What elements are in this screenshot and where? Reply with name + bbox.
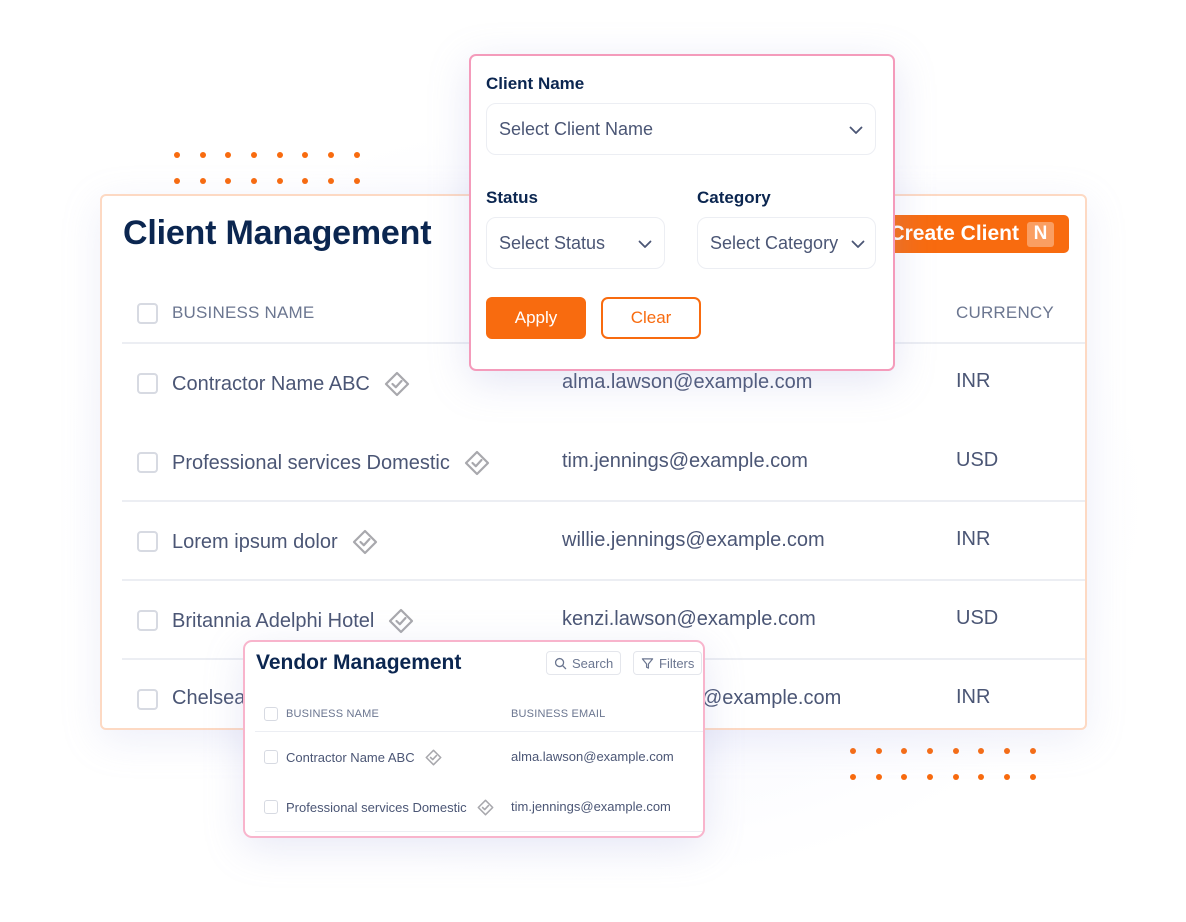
- business-name: Britannia Adelphi Hotel: [172, 609, 375, 632]
- status-placeholder: Select Status: [499, 232, 606, 253]
- email-cell: kenzi.lawson@example.com: [562, 608, 816, 630]
- category-select[interactable]: Select Category: [697, 217, 876, 269]
- vendor-table-header: BUSINESS NAME BUSINESS EMAIL: [255, 694, 703, 732]
- status-select[interactable]: Select Status: [486, 217, 665, 269]
- business-name: Professional services Domestic: [172, 451, 450, 474]
- business-name-cell: Professional services Domestic: [172, 450, 490, 476]
- chevron-down-icon: [849, 126, 863, 134]
- row-checkbox[interactable]: [137, 610, 158, 631]
- business-name-cell: Britannia Adelphi Hotel: [172, 608, 414, 634]
- business-name: Contractor Name ABC: [286, 750, 415, 765]
- table-row[interactable]: Lorem ipsum dolor willie.jennings@exampl…: [122, 502, 1085, 581]
- business-name-cell: Professional services Domestic: [286, 799, 494, 816]
- vendor-title: Vendor Management: [256, 651, 462, 674]
- email-cell: alma.lawson@example.com: [511, 749, 674, 764]
- vendor-management-card: Vendor Management Search Filters BUSINES…: [243, 640, 705, 838]
- filter-icon: [641, 657, 654, 669]
- currency-cell: INR: [956, 528, 991, 550]
- business-name: Chelsea: [172, 687, 246, 709]
- business-name-cell: Chelsea: [172, 687, 245, 710]
- client-name-placeholder: Select Client Name: [499, 118, 654, 139]
- email-cell: tim.jennings@example.com: [562, 450, 808, 472]
- chevron-down-icon: [638, 240, 652, 248]
- category-label: Category: [697, 188, 771, 207]
- clear-button[interactable]: Clear: [601, 297, 701, 339]
- verified-badge-icon: [352, 529, 378, 555]
- page-title: Client Management: [123, 214, 432, 252]
- shortcut-badge: N: [1027, 221, 1054, 247]
- create-client-label: Create Client: [889, 222, 1019, 245]
- status-label: Status: [486, 188, 538, 207]
- email-cell: @example.com: [702, 687, 842, 709]
- business-name: Professional services Domestic: [286, 800, 467, 815]
- row-checkbox[interactable]: [137, 531, 158, 552]
- decorative-dots-bottom: [850, 748, 1036, 780]
- business-name: Lorem ipsum dolor: [172, 530, 338, 553]
- verified-badge-icon: [388, 608, 414, 634]
- filter-popover: Client Name Select Client Name Status Se…: [469, 54, 895, 371]
- client-name-select[interactable]: Select Client Name: [486, 103, 876, 155]
- row-checkbox[interactable]: [137, 373, 158, 394]
- row-checkbox[interactable]: [137, 689, 158, 710]
- select-all-checkbox[interactable]: [264, 707, 278, 721]
- table-row[interactable]: Contractor Name ABC alma.lawson@example.…: [255, 732, 703, 782]
- currency-cell: INR: [956, 686, 991, 708]
- verified-badge-icon: [464, 450, 490, 476]
- create-client-button[interactable]: Create Client N: [872, 215, 1069, 253]
- row-checkbox[interactable]: [264, 800, 278, 814]
- row-checkbox[interactable]: [137, 452, 158, 473]
- business-name-cell: Lorem ipsum dolor: [172, 529, 378, 555]
- email-cell: alma.lawson@example.com: [562, 371, 813, 393]
- currency-cell: USD: [956, 607, 999, 629]
- table-row[interactable]: Professional services Domestic tim.jenni…: [255, 782, 703, 832]
- verified-badge-icon: [384, 371, 410, 397]
- search-button[interactable]: Search: [546, 651, 622, 675]
- business-name-cell: Contractor Name ABC: [172, 371, 410, 397]
- apply-button[interactable]: Apply: [486, 297, 586, 339]
- chevron-down-icon: [851, 240, 865, 248]
- search-label: Search: [572, 655, 614, 671]
- email-cell: willie.jennings@example.com: [562, 529, 825, 551]
- column-header-business-name[interactable]: BUSINESS NAME: [172, 303, 314, 323]
- select-all-checkbox[interactable]: [137, 303, 158, 324]
- business-name: Contractor Name ABC: [172, 372, 370, 395]
- email-cell: tim.jennings@example.com: [511, 799, 671, 814]
- category-placeholder: Select Category: [710, 232, 839, 253]
- search-icon: [554, 657, 567, 669]
- verified-badge-icon: [477, 799, 494, 816]
- column-header-business-name[interactable]: BUSINESS NAME: [286, 708, 379, 720]
- column-header-currency[interactable]: CURRENCY: [956, 303, 1054, 323]
- row-checkbox[interactable]: [264, 750, 278, 764]
- decorative-dots-top: [174, 152, 360, 184]
- column-header-business-email[interactable]: BUSINESS EMAIL: [511, 708, 606, 720]
- table-row[interactable]: Professional services Domestic tim.jenni…: [122, 423, 1085, 502]
- client-name-label: Client Name: [486, 74, 585, 93]
- vendor-table: BUSINESS NAME BUSINESS EMAIL Contractor …: [255, 694, 703, 832]
- business-name-cell: Contractor Name ABC: [286, 749, 442, 766]
- currency-cell: INR: [956, 370, 991, 392]
- currency-cell: USD: [956, 449, 999, 471]
- filters-button[interactable]: Filters: [633, 651, 703, 675]
- filters-label: Filters: [659, 655, 695, 671]
- verified-badge-icon: [425, 749, 442, 766]
